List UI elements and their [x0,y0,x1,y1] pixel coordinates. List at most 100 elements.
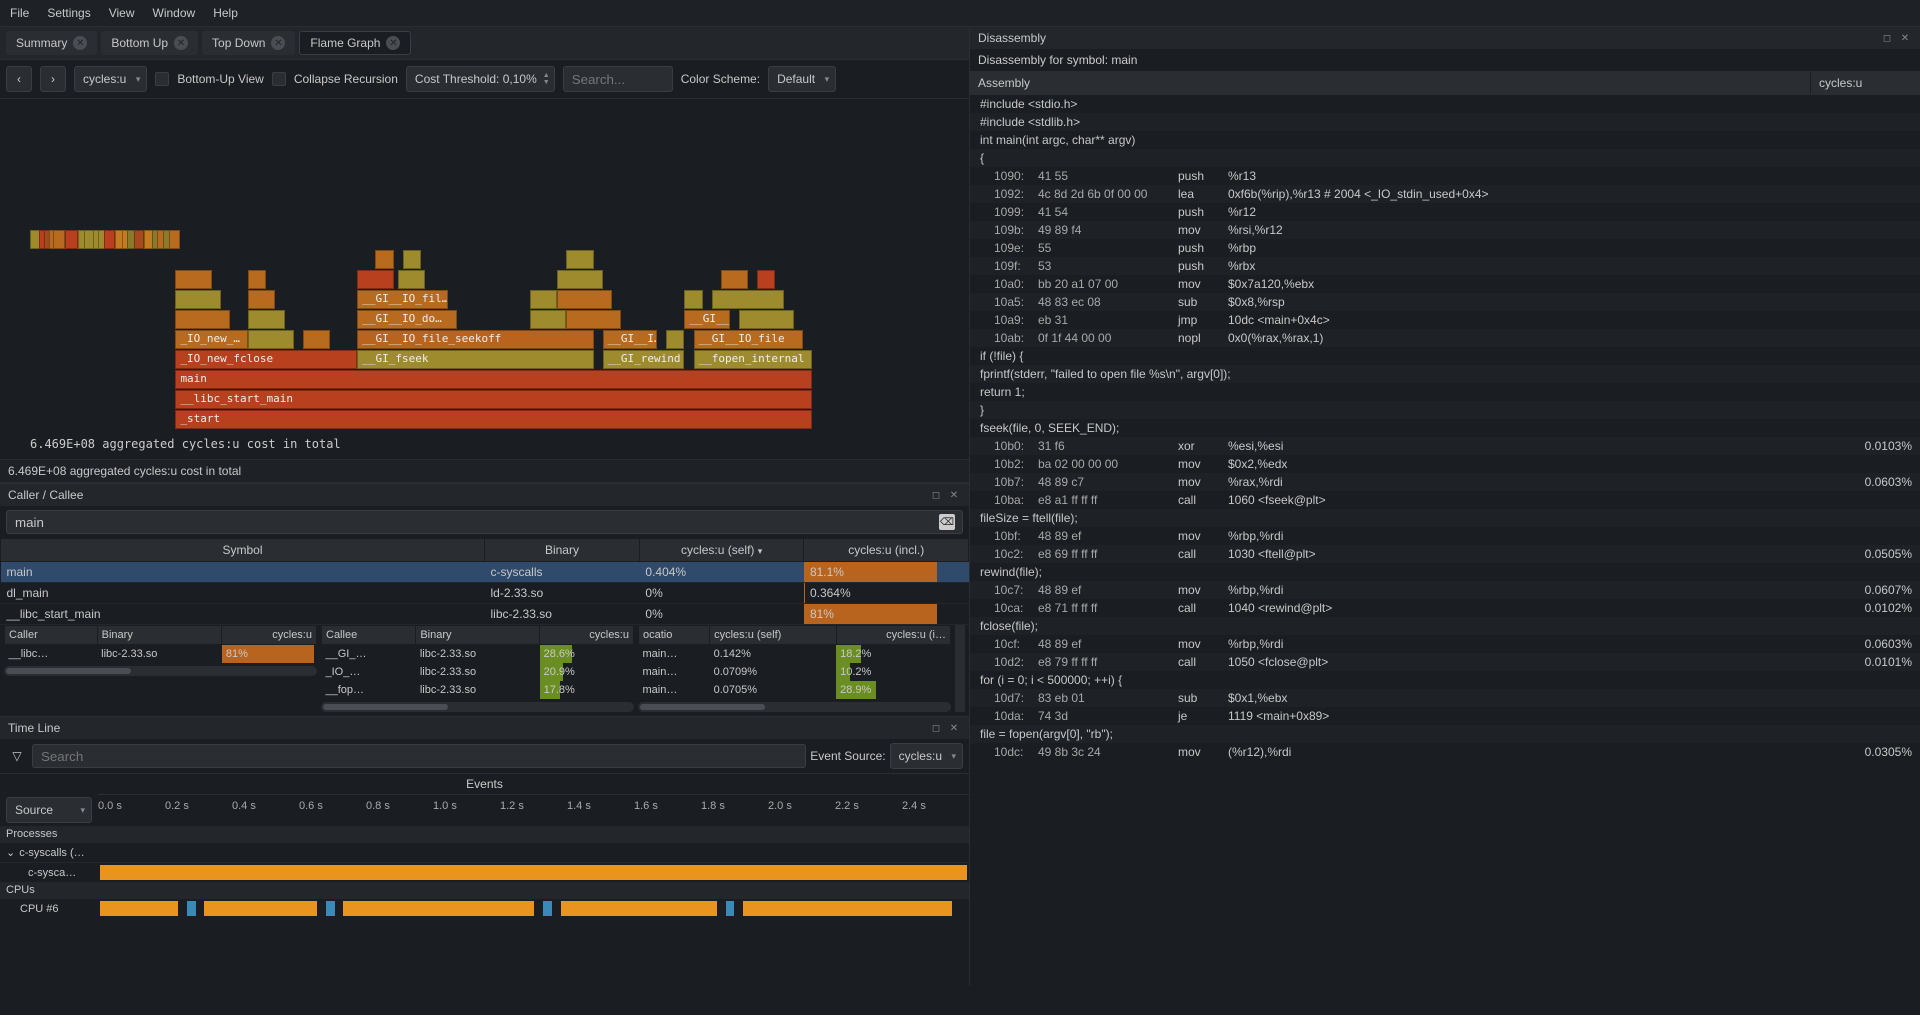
disasm-line[interactable]: 1099:41 54push%r12 [970,203,1920,221]
timeline-float-icon[interactable]: ◻ [929,721,943,735]
flame-frame[interactable] [248,330,293,349]
flame-frame[interactable] [666,330,684,349]
flame-frame[interactable]: __GI_rewind [603,350,685,369]
col-caller-binary[interactable]: Binary [97,626,222,645]
counter-select[interactable]: cycles:u [74,66,147,92]
timeline-close-icon[interactable]: ✕ [947,721,961,735]
table-row[interactable]: dl_mainld-2.33.so0%0.364% [1,583,969,604]
col-callee-binary[interactable]: Binary [416,626,540,645]
filter-icon[interactable]: ▽ [6,749,28,763]
close-icon[interactable]: ✕ [73,36,87,50]
menu-file[interactable]: File [10,6,29,20]
disasm-line[interactable]: 10ba:e8 a1 ff ff ffcall1060 <fseek@plt> [970,491,1920,509]
disasm-line[interactable]: 10b0:31 f6xor%esi,%esi0.0103% [970,437,1920,455]
caller-callee-filter-input[interactable] [6,510,963,534]
flame-frame[interactable]: __GI__IO_fil… [357,290,448,309]
disasm-line[interactable]: 10a9:eb 31jmp10dc <main+0x4c> [970,311,1920,329]
disasm-close-icon[interactable]: ✕ [1898,31,1912,45]
flame-graph[interactable]: __GI__IO_fil…__GI__IO_do… __GI__… _IO_new_… [0,99,969,459]
menu-settings[interactable]: Settings [47,6,90,20]
disasm-line[interactable]: 10b2:ba 02 00 00 00mov$0x2,%edx [970,455,1920,473]
disasm-line[interactable]: fprintf(stderr, "failed to open file %s\… [970,365,1920,383]
disassembly-listing[interactable]: #include <stdio.h>#include <stdlib.h>int… [970,95,1920,986]
collapse-recursion-checkbox[interactable] [272,72,286,86]
flame-frame[interactable] [175,290,220,309]
flame-frame[interactable] [248,290,275,309]
flame-frame[interactable] [248,270,266,289]
flame-frame[interactable] [248,310,284,329]
callers-hscroll[interactable] [4,666,317,676]
table-row[interactable]: main…0.0709%10.2% [639,663,951,681]
table-row[interactable]: __GI_…libc-2.33.so28.6% [322,645,634,664]
disasm-line[interactable]: rewind(file); [970,563,1920,581]
flame-frame[interactable] [566,250,593,269]
disasm-line[interactable]: { [970,149,1920,167]
table-row[interactable]: main…0.0705%28.9% [639,681,951,699]
disasm-line[interactable]: 109f:53push%rbx [970,257,1920,275]
disasm-line[interactable]: 10cf:48 89 efmov%rbp,%rdi0.0603% [970,635,1920,653]
disasm-line[interactable]: 10da:74 3dje1119 <main+0x89> [970,707,1920,725]
disasm-line[interactable]: if (!file) { [970,347,1920,365]
disasm-line[interactable]: file = fopen(argv[0], "rb"); [970,725,1920,743]
flame-frame[interactable] [104,230,115,249]
flame-frame[interactable] [134,230,144,249]
col-incl[interactable]: cycles:u (incl.) [804,539,969,562]
flame-frame[interactable] [175,270,211,289]
flame-frame[interactable] [398,270,425,289]
cpu-segment[interactable] [743,901,952,916]
menu-help[interactable]: Help [213,6,238,20]
cpu-segment[interactable] [326,901,335,916]
flame-frame[interactable]: __GI__IO_do… [357,310,457,329]
col-cycles[interactable]: cycles:u [1810,72,1920,94]
col-self[interactable]: cycles:u (self) ▾ [639,539,804,562]
flame-frame[interactable]: __GI__… [684,310,729,329]
flame-frame[interactable] [169,230,180,249]
flame-frame[interactable]: _IO_new_fclose [175,350,357,369]
tab-flame-graph[interactable]: Flame Graph✕ [299,31,411,55]
cpu-segment[interactable] [204,901,317,916]
flame-frame[interactable]: __GI__IO_file_seekoff [357,330,593,349]
cpu-segment[interactable] [100,901,178,916]
disasm-line[interactable]: return 1; [970,383,1920,401]
nav-forward-button[interactable]: › [40,66,66,92]
cpu-row[interactable]: CPU #6 [0,898,969,918]
table-row[interactable]: _IO_…libc-2.33.so20.9% [322,663,634,681]
flame-frame[interactable] [303,330,330,349]
col-callee[interactable]: Callee [322,626,416,645]
flame-frame[interactable] [403,250,421,269]
flame-frame[interactable]: __fopen_internal [694,350,812,369]
table-row[interactable]: __libc…libc-2.33.so81% [5,645,317,664]
flame-frame[interactable] [375,250,393,269]
close-icon[interactable]: ✕ [271,36,285,50]
col-location[interactable]: ocatio [639,626,710,645]
flame-frame[interactable]: __libc_start_main [175,390,811,409]
disasm-line[interactable]: int main(int argc, char** argv) [970,131,1920,149]
flame-frame[interactable] [530,290,557,309]
flame-frame[interactable] [712,290,785,309]
cpu-segment[interactable] [343,901,534,916]
col-loc-self[interactable]: cycles:u (self) [710,626,837,645]
flame-frame[interactable]: _IO_new_… [175,330,248,349]
col-caller[interactable]: Caller [5,626,98,645]
bottom-up-checkbox[interactable] [155,72,169,86]
flame-frame[interactable] [757,270,775,289]
flame-frame[interactable] [684,290,702,309]
disasm-line[interactable]: fclose(file); [970,617,1920,635]
disasm-line[interactable]: 10bf:48 89 efmov%rbp,%rdi [970,527,1920,545]
close-icon[interactable]: ✕ [174,36,188,50]
disasm-line[interactable]: 109e:55push%rbp [970,239,1920,257]
col-binary[interactable]: Binary [485,539,640,562]
event-source-select[interactable]: cycles:u [890,743,963,769]
process-group-row[interactable]: ⌄c-syscalls (… [0,842,969,862]
menu-window[interactable]: Window [153,6,196,20]
disasm-line[interactable]: 10d2:e8 79 ff ff ffcall1050 <fclose@plt>… [970,653,1920,671]
disasm-float-icon[interactable]: ◻ [1880,31,1894,45]
disasm-line[interactable]: } [970,401,1920,419]
locations-hscroll[interactable] [638,702,951,712]
color-scheme-select[interactable]: Default [768,66,836,92]
menu-view[interactable]: View [109,6,135,20]
cpu-segment[interactable] [726,901,735,916]
disasm-line[interactable]: 10a0:bb 20 a1 07 00mov$0x7a120,%ebx [970,275,1920,293]
table-row[interactable]: __fop…libc-2.33.so17.8% [322,681,634,699]
source-select[interactable]: Source [6,797,92,823]
